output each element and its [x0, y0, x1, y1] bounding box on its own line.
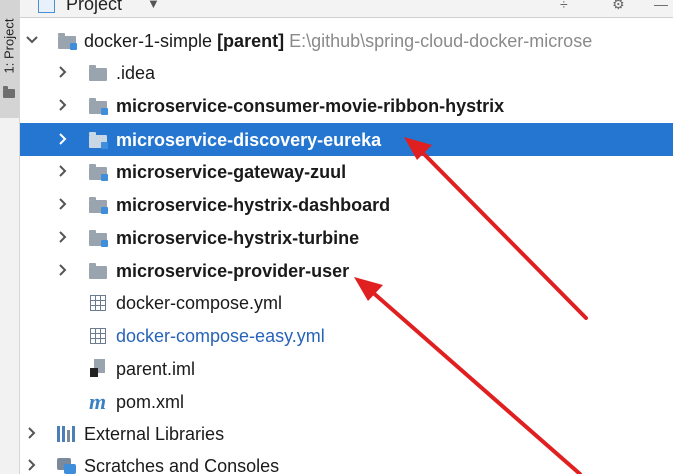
chevron-right-icon[interactable]	[24, 425, 40, 441]
tree-node-provider-user[interactable]: microservice-provider-user	[20, 254, 673, 287]
chevron-right-icon[interactable]	[24, 457, 40, 473]
chevron-right-icon[interactable]	[55, 262, 71, 278]
chevron-right-icon[interactable]	[55, 97, 71, 113]
project-tool-tab-label: 1: Project	[1, 18, 17, 74]
tree-node-label: parent.iml	[116, 359, 196, 379]
iml-file-icon	[90, 359, 108, 377]
module-folder-icon	[58, 33, 77, 50]
tree-node-discovery-eureka[interactable]: microservice-discovery-eureka	[20, 123, 673, 156]
module-folder-icon	[89, 230, 108, 247]
tree-node-docker-compose-easy[interactable]: docker-compose-easy.yml	[20, 319, 673, 352]
tree-node-label: .idea	[116, 63, 156, 83]
tree-node-docker-compose[interactable]: docker-compose.yml	[20, 286, 673, 319]
module-folder-icon	[89, 197, 108, 214]
project-panel-header: Project ▼ ÷ ⚙ —	[20, 0, 673, 18]
tree-node-external-libraries[interactable]: External Libraries	[20, 417, 673, 450]
minimize-icon[interactable]: —	[654, 0, 668, 12]
libraries-icon	[57, 426, 75, 442]
chevron-right-icon[interactable]	[55, 131, 71, 147]
tree-node-parent-iml[interactable]: parent.iml	[20, 352, 673, 385]
left-tool-strip: 1: Project	[0, 0, 20, 474]
scratches-icon	[57, 458, 76, 474]
tree-node-label: microservice-gateway-zuul	[116, 162, 347, 182]
tree-node-label: microservice-provider-user	[116, 261, 350, 281]
tree-node-label: Scratches and Consoles	[84, 456, 280, 474]
tree-node-root[interactable]: docker-1-simple [parent] E:\github\sprin…	[20, 24, 673, 57]
chevron-down-icon[interactable]: ▼	[147, 0, 160, 11]
module-folder-icon	[89, 263, 107, 279]
chevron-right-icon[interactable]	[55, 163, 71, 179]
tree-node-hystrix-turbine[interactable]: microservice-hystrix-turbine	[20, 221, 673, 254]
tree-node-label: microservice-consumer-movie-ribbon-hystr…	[116, 96, 505, 116]
project-tool-window: 1: Project Project ▼ ÷ ⚙ — docker-1-simp…	[0, 0, 673, 474]
tree-node-label: docker-compose.yml	[116, 293, 283, 313]
tree-node-label: docker-1-simple [parent] E:\github\sprin…	[84, 30, 592, 52]
chevron-right-icon[interactable]	[55, 196, 71, 212]
tree-node-label: docker-compose-easy.yml	[116, 326, 325, 346]
chevron-down-icon[interactable]	[24, 32, 40, 48]
chevron-right-icon[interactable]	[55, 64, 71, 80]
module-folder-icon	[89, 98, 108, 115]
root-module-name: docker-1-simple	[84, 31, 213, 51]
tree-node-label: External Libraries	[84, 424, 225, 444]
tree-node-label: pom.xml	[116, 392, 185, 412]
chevron-right-icon[interactable]	[55, 229, 71, 245]
tree-node-label: microservice-discovery-eureka	[116, 130, 382, 150]
project-view-icon	[38, 0, 55, 13]
module-folder-icon	[89, 132, 108, 149]
tree-node-scratches[interactable]: Scratches and Consoles	[20, 449, 673, 474]
folder-icon	[3, 86, 15, 98]
folder-icon	[89, 65, 107, 81]
tree-node-hystrix-dashboard[interactable]: microservice-hystrix-dashboard	[20, 188, 673, 221]
module-folder-icon	[89, 164, 108, 181]
tree-node-pom[interactable]: m pom.xml	[20, 385, 673, 418]
tree-node-gateway-zuul[interactable]: microservice-gateway-zuul	[20, 155, 673, 188]
tree-node-label: microservice-hystrix-dashboard	[116, 195, 391, 215]
project-view-selector[interactable]: Project	[66, 0, 122, 15]
yml-file-icon	[90, 295, 108, 311]
root-module-tag: [parent]	[217, 31, 285, 51]
tree-node-idea[interactable]: .idea	[20, 56, 673, 89]
maven-icon: m	[89, 389, 107, 414]
root-module-path: E:\github\spring-cloud-docker-microse	[289, 31, 593, 51]
tree-node-label: microservice-hystrix-turbine	[116, 228, 360, 248]
yml-file-icon	[90, 328, 108, 344]
gear-icon[interactable]: ⚙	[612, 0, 625, 13]
project-tool-tab[interactable]: 1: Project	[0, 0, 19, 118]
tree-node-consumer-movie-ribbon-hystrix[interactable]: microservice-consumer-movie-ribbon-hystr…	[20, 89, 673, 122]
collapse-all-icon[interactable]: ÷	[560, 0, 568, 12]
